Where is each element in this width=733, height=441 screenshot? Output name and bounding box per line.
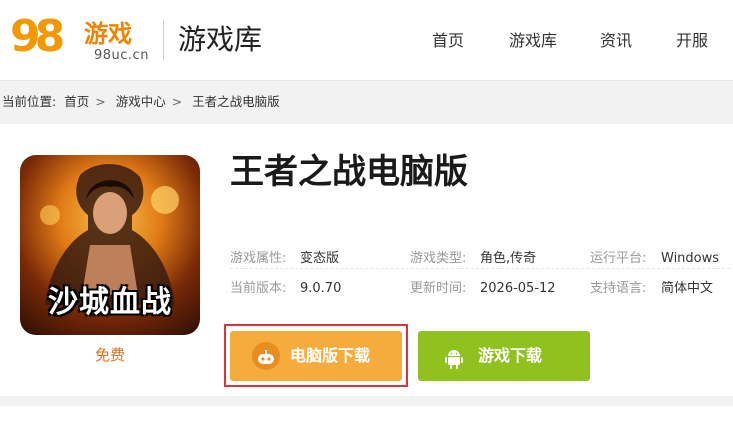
nav-home[interactable]: 首页 <box>432 30 464 52</box>
attr-label-platform: 运行平台: <box>590 251 647 266</box>
price-label: 免费 <box>94 346 125 364</box>
attr-value-property: 变态版 <box>300 251 340 266</box>
attr-value-updated: 2026-05-12 <box>480 281 556 296</box>
attr-value-type: 角色,传奇 <box>480 251 537 266</box>
attr-label-version: 当前版本: <box>230 281 287 296</box>
next-section <box>0 406 733 441</box>
pc-download-button[interactable]: 电脑版下载 <box>230 331 402 381</box>
breadcrumb-prefix: 当前位置: <box>2 94 57 109</box>
attr-label-property: 游戏属性: <box>230 251 287 266</box>
breadcrumb-separator: > <box>95 94 106 109</box>
game-cover-image[interactable]: 沙城血战 <box>20 155 200 335</box>
logo-text: 游戏 <box>84 20 132 48</box>
attr-value-language: 简体中文 <box>661 281 714 296</box>
android-icon <box>440 342 468 370</box>
game-download-button[interactable]: 游戏下载 <box>418 331 590 381</box>
section-title: 游戏库 <box>178 23 263 56</box>
gamepad-icon <box>252 342 280 370</box>
breadcrumb-game-center[interactable]: 游戏中心 <box>116 94 166 109</box>
nav-game-library[interactable]: 游戏库 <box>509 30 557 52</box>
logo-domain: 98uc.cn <box>94 48 149 63</box>
nav-server-open[interactable]: 开服 <box>676 30 708 52</box>
nav-news[interactable]: 资讯 <box>600 30 632 52</box>
header-divider <box>163 20 164 60</box>
attr-value-platform: Windows <box>661 251 720 266</box>
pc-download-label: 电脑版下载 <box>290 346 371 365</box>
attr-label-type: 游戏类型: <box>410 251 467 266</box>
attr-label-updated: 更新时间: <box>410 281 467 296</box>
game-title: 王者之战电脑版 <box>230 152 468 192</box>
site-header: 98 游戏 98uc.cn 游戏库 首页 游戏库 资讯 开服 <box>0 0 733 81</box>
breadcrumb: 当前位置: 首页 > 游戏中心 > 王者之战电脑版 <box>2 93 284 111</box>
attributes-divider <box>230 268 730 269</box>
attr-value-version: 9.0.70 <box>300 281 342 296</box>
breadcrumb-home[interactable]: 首页 <box>64 94 89 109</box>
site-logo[interactable]: 98 游戏 98uc.cn <box>10 12 150 68</box>
breadcrumb-current[interactable]: 王者之战电脑版 <box>192 94 280 109</box>
attr-label-language: 支持语言: <box>590 281 647 296</box>
breadcrumb-separator: > <box>171 94 183 109</box>
logo-digits: 98 <box>10 11 65 62</box>
cover-caption: 沙城血战 <box>48 285 172 320</box>
game-card: 沙城血战 免费 王者之战电脑版 游戏属性: 变态版 游戏类型: 角色,传奇 运行… <box>0 124 733 396</box>
game-download-label: 游戏下载 <box>478 346 543 365</box>
